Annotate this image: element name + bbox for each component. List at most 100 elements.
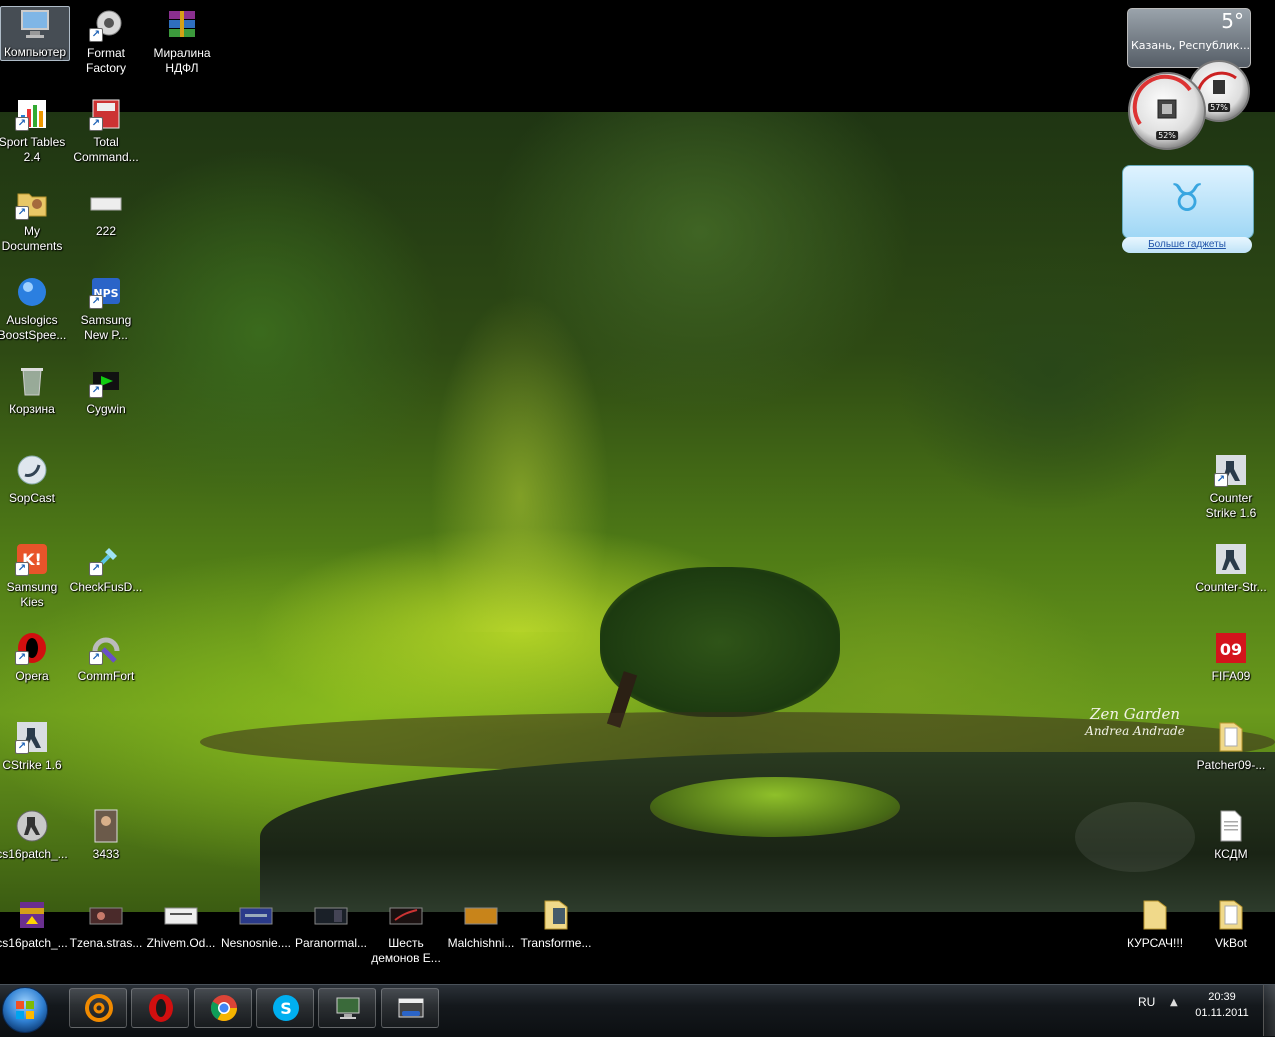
winrar-archive-icon bbox=[165, 8, 199, 42]
desktop-icon-fifa09[interactable]: 09 FIFA09 bbox=[1194, 631, 1268, 684]
desktop-icon-label: Zhivem.Od... bbox=[146, 936, 216, 950]
total-commander-icon: ↗ bbox=[89, 97, 123, 131]
documents-folder-icon: ↗ bbox=[15, 186, 49, 220]
desktop-icon-format-factory[interactable]: ↗ Format Factory bbox=[69, 8, 143, 76]
video-editor-pro-icon bbox=[398, 998, 424, 1018]
sopcast-icon bbox=[15, 453, 49, 487]
cpu-gauge[interactable]: 52% bbox=[1128, 72, 1206, 150]
desktop-icon-label: Counter Strike 1.6 bbox=[1205, 491, 1257, 520]
taskbar-mail-agent[interactable] bbox=[69, 988, 127, 1028]
clock-time[interactable]: 20:39 bbox=[1188, 991, 1256, 1003]
desktop-icon-cygwin[interactable]: ↗ Cygwin bbox=[69, 364, 143, 417]
desktop-icon-label: КУРСАЧ!!! bbox=[1126, 936, 1184, 950]
weather-temperature: 5° bbox=[1221, 9, 1244, 33]
counter-strike-icon: ↗ bbox=[15, 720, 49, 754]
desktop-icon-total-commander[interactable]: ↗ Total Command... bbox=[69, 97, 143, 165]
desktop-icon-shest[interactable]: Шесть демонов Е... bbox=[369, 898, 443, 966]
taskbar-video-editor[interactable] bbox=[381, 988, 439, 1028]
desktop-icon-cs16patch-1[interactable]: cs16patch_... bbox=[0, 809, 69, 862]
more-gadgets-link[interactable]: Больше гаджеты bbox=[1122, 237, 1252, 253]
desktop-icon-sopcast[interactable]: SopCast bbox=[0, 453, 69, 506]
format-factory-icon: ↗ bbox=[89, 8, 123, 42]
shortcut-arrow-icon: ↗ bbox=[15, 562, 29, 576]
desktop-icon-paranormal[interactable]: Paranormal... bbox=[294, 898, 368, 951]
svg-text:09: 09 bbox=[1220, 640, 1242, 659]
network-computer-icon bbox=[336, 997, 360, 1019]
taskbar-chrome[interactable] bbox=[194, 988, 252, 1028]
installer-icon bbox=[15, 898, 49, 932]
shortcut-arrow-icon: ↗ bbox=[1214, 473, 1228, 487]
desktop-icon-commfort[interactable]: ↗ CommFort bbox=[69, 631, 143, 684]
svg-text:S: S bbox=[280, 999, 292, 1018]
desktop-icon-opera[interactable]: ↗ Opera bbox=[0, 631, 69, 684]
taskbar-skype[interactable]: S bbox=[256, 988, 314, 1028]
weather-city: Казань, Республик... bbox=[1131, 39, 1249, 52]
desktop-icon-malchishni[interactable]: Malchishni... bbox=[444, 898, 518, 951]
desktop-icon-cs16patch-2[interactable]: cs16patch_... bbox=[0, 898, 69, 951]
video-thumb-icon bbox=[314, 898, 348, 932]
desktop-icon-label: VkBot bbox=[1214, 936, 1247, 950]
desktop-icon-label: Nesnosnie.... bbox=[220, 936, 292, 950]
desktop-icon-222[interactable]: 222 bbox=[69, 186, 143, 239]
language-indicator[interactable]: RU bbox=[1138, 995, 1155, 1009]
windows-logo-icon bbox=[16, 1001, 34, 1019]
desktop-icon-label: Sport Tables 2.4 bbox=[0, 135, 66, 164]
desktop-icon-my-documents[interactable]: ↗ My Documents bbox=[0, 186, 69, 254]
desktop-icon-cstrike[interactable]: ↗ CStrike 1.6 bbox=[0, 720, 69, 773]
desktop-icon-label: FIFA09 bbox=[1211, 669, 1251, 683]
kies-icon: K! ↗ bbox=[15, 542, 49, 576]
desktop-icon-vkbot[interactable]: VkBot bbox=[1194, 898, 1268, 951]
opera-icon bbox=[149, 994, 173, 1022]
desktop-icon-label: Patcher09-... bbox=[1196, 758, 1266, 772]
auslogics-icon bbox=[15, 275, 49, 309]
weather-gadget[interactable]: 5° Казань, Республик... bbox=[1127, 8, 1251, 68]
desktop-icon-3433[interactable]: 3433 bbox=[69, 809, 143, 862]
desktop-icon-label: Шесть демонов Е... bbox=[371, 936, 441, 965]
desktop-icon-counter-strike-16[interactable]: ↗ Counter Strike 1.6 bbox=[1194, 453, 1268, 521]
shortcut-arrow-icon: ↗ bbox=[89, 295, 103, 309]
counter-strike-icon: ↗ bbox=[1214, 453, 1248, 487]
desktop-icon-nesnosnie[interactable]: Nesnosnie.... bbox=[219, 898, 293, 951]
computer-icon bbox=[18, 7, 52, 41]
show-hidden-icons-icon[interactable]: ▲ bbox=[1170, 997, 1178, 1008]
start-button[interactable] bbox=[2, 987, 48, 1033]
video-thumb-icon bbox=[464, 898, 498, 932]
clock-date[interactable]: 01.11.2011 bbox=[1188, 1007, 1256, 1019]
folder-icon bbox=[1214, 898, 1248, 932]
shortcut-arrow-icon: ↗ bbox=[15, 651, 29, 665]
desktop-icon-label: Paranormal... bbox=[294, 936, 368, 950]
desktop-icon-checkfusd[interactable]: ↗ CheckFusD... bbox=[69, 542, 143, 595]
desktop-icon-counter-str[interactable]: Counter-Str... bbox=[1194, 542, 1268, 595]
desktop-icon-kursach[interactable]: КУРСАЧ!!! bbox=[1118, 898, 1192, 951]
desktop-icon-label: Компьютер bbox=[3, 45, 67, 59]
video-thumb-icon bbox=[389, 898, 423, 932]
desktop-icon-auslogics[interactable]: Auslogics BoostSpee... bbox=[0, 275, 69, 343]
desktop-icon-samsung-kies[interactable]: K! ↗ Samsung Kies bbox=[0, 542, 69, 610]
taskbar: S RU ▲ 20:39 01.11.2011 bbox=[0, 984, 1275, 1037]
desktop-icon-sport-tables[interactable]: ↗ Sport Tables 2.4 bbox=[0, 97, 69, 165]
desktop-icon-label: CheckFusD... bbox=[69, 580, 143, 594]
desktop-icon-miralina[interactable]: Миралина НДФЛ bbox=[145, 8, 219, 76]
video-thumb-icon bbox=[89, 898, 123, 932]
taskbar-network[interactable] bbox=[318, 988, 376, 1028]
folder-icon bbox=[1138, 898, 1172, 932]
desktop-icon-recycle-bin[interactable]: Корзина bbox=[0, 364, 69, 417]
desktop-icon-computer[interactable]: Компьютер bbox=[0, 6, 70, 61]
desktop-icon-transforme[interactable]: Transforme... bbox=[519, 898, 593, 951]
folder-icon bbox=[539, 898, 573, 932]
desktop-icon-tzena[interactable]: Tzena.stras... bbox=[69, 898, 143, 951]
show-desktop-button[interactable] bbox=[1263, 985, 1275, 1036]
desktop-icon-label: Counter-Str... bbox=[1195, 580, 1267, 594]
taskbar-opera[interactable] bbox=[131, 988, 189, 1028]
desktop-icon-label: CommFort bbox=[77, 669, 135, 683]
desktop-icon-patcher09[interactable]: Patcher09-... bbox=[1194, 720, 1268, 773]
desktop-icon-samsung-nps[interactable]: NPS ↗ Samsung New P... bbox=[69, 275, 143, 343]
recycle-bin-icon bbox=[15, 364, 49, 398]
gadget-gallery-logo[interactable]: ♉ bbox=[1122, 165, 1254, 239]
garden-path bbox=[430, 292, 610, 632]
desktop-icon-label: cs16patch_... bbox=[0, 847, 68, 861]
cpu-percent: 52% bbox=[1156, 131, 1178, 140]
desktop-icon-ksdm[interactable]: КСДМ bbox=[1194, 809, 1268, 862]
video-thumb-icon bbox=[164, 898, 198, 932]
desktop-icon-zhivem[interactable]: Zhivem.Od... bbox=[144, 898, 218, 951]
